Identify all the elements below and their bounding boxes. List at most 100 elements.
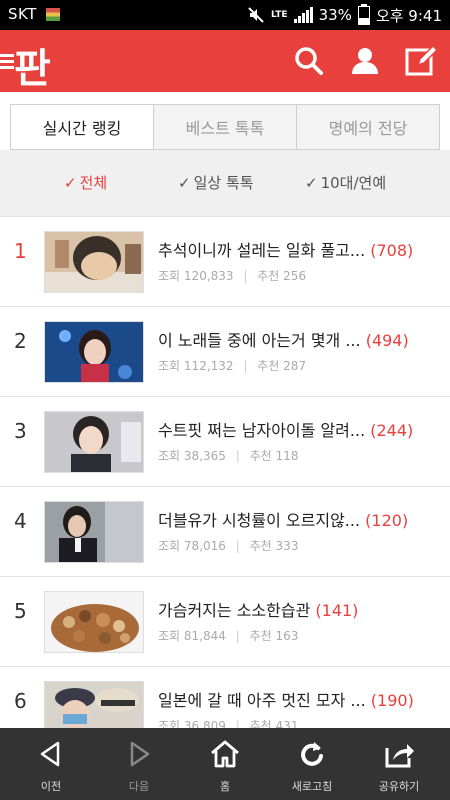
post-title: 수트핏 쩌는 남자아이돌 알려... (244) (158, 417, 413, 441)
filter-label: 일상 톡톡 (193, 174, 254, 192)
views-label: 조회 (158, 359, 181, 373)
status-bar: SKT LTE 33% 오후 9:41 (0, 0, 450, 30)
views-label: 조회 (158, 719, 181, 728)
post-title: 가슴커지는 소소한습관 (141) (158, 597, 358, 621)
rank-number: 4 (14, 509, 27, 533)
post-title-text: 수트핏 쩌는 남자아이돌 알려... (158, 421, 366, 440)
home-icon (211, 740, 239, 768)
home-button[interactable]: 홈 (180, 728, 270, 800)
views-label: 조회 (158, 269, 181, 283)
post-title: 이 노래들 중에 아는거 몇개 ... (494) (158, 327, 409, 351)
recommend-label: 추천 (257, 359, 280, 373)
edit-icon (405, 44, 439, 76)
back-arrow-icon (40, 741, 60, 767)
app-logo[interactable]: 판 (14, 36, 51, 94)
refresh-button[interactable]: 새로고침 (267, 728, 357, 800)
recommend-value: 333 (275, 539, 299, 553)
divider: | (235, 719, 240, 728)
list-item[interactable]: 6 일본에 갈 때 아주 멋진 모자 ... (190) 조회 36,809 |… (0, 666, 450, 728)
post-title: 일본에 갈 때 아주 멋진 모자 ... (190) (158, 687, 414, 711)
category-tabs: 실시간 랭킹 베스트 톡톡 명예의 전당 (10, 104, 440, 150)
recommend-value: 287 (283, 359, 307, 373)
carrier-label: SKT (8, 5, 37, 23)
divider: | (235, 539, 240, 553)
forward-button[interactable]: 다음 (94, 728, 184, 800)
tab-realtime-ranking[interactable]: 실시간 랭킹 (11, 105, 153, 149)
write-button[interactable] (404, 44, 439, 78)
back-button[interactable]: 이전 (6, 728, 96, 800)
mute-icon (248, 7, 264, 23)
sim-flag-icon (46, 8, 60, 21)
filter-teens-entertainment[interactable]: ✓ 10대/연예 (305, 172, 386, 193)
forward-arrow-icon (130, 741, 150, 767)
rank-number: 6 (14, 689, 27, 713)
divider: | (235, 629, 240, 643)
rank-number: 1 (14, 239, 27, 263)
network-label: LTE (271, 9, 288, 20)
menu-icon[interactable] (0, 52, 14, 70)
list-item[interactable]: 5 가슴커지는 소소한습관 (141) 조회 81,844 | 추천 163 (0, 576, 450, 666)
comment-count: (708) (370, 241, 414, 260)
post-title: 더블유가 시청률이 오르지않... (120) (158, 507, 408, 531)
recommend-value: 256 (283, 269, 307, 283)
recommend-label: 추천 (249, 449, 272, 463)
profile-button[interactable] (348, 44, 382, 78)
list-item[interactable]: 2 이 노래들 중에 아는거 몇개 ... (494) 조회 112,132 |… (0, 306, 450, 396)
thumbnail (44, 681, 144, 728)
list-item[interactable]: 4 더블유가 시청률이 오르지않... (120) 조회 78,016 | 추천… (0, 486, 450, 576)
post-meta: 조회 36,809 | 추천 431 (158, 717, 298, 728)
post-meta: 조회 81,844 | 추천 163 (158, 627, 298, 644)
user-icon (352, 48, 378, 74)
recommend-value: 163 (275, 629, 299, 643)
post-meta: 조회 38,365 | 추천 118 (158, 447, 298, 464)
share-button[interactable]: 공유하기 (354, 728, 444, 800)
post-title-text: 이 노래들 중에 아는거 몇개 ... (158, 331, 361, 350)
app-header: 판 (0, 30, 450, 92)
filter-daily-talk[interactable]: ✓ 일상 톡톡 (178, 172, 254, 193)
share-icon (385, 744, 414, 768)
post-title-text: 일본에 갈 때 아주 멋진 모자 ... (158, 691, 366, 710)
post-meta: 조회 112,132 | 추천 287 (158, 357, 306, 374)
battery-percent: 33% (318, 6, 352, 24)
filter-bar: ✓ 전체 ✓ 일상 톡톡 ✓ 10대/연예 (0, 150, 450, 216)
filter-label: 전체 (79, 174, 108, 192)
views-value: 81,844 (183, 629, 226, 643)
list-item[interactable]: 3 수트핏 쩌는 남자아이돌 알려... (244) 조회 38,365 | 추… (0, 396, 450, 486)
views-value: 38,365 (183, 449, 226, 463)
thumbnail (44, 231, 144, 293)
comment-count: (141) (315, 601, 359, 620)
post-title-text: 추석이니까 설레는 일화 풀고... (158, 241, 366, 260)
recommend-value: 431 (275, 719, 299, 728)
views-value: 36,809 (183, 719, 226, 728)
views-label: 조회 (158, 539, 181, 553)
battery-icon (357, 3, 370, 25)
views-value: 120,833 (183, 269, 234, 283)
bottom-navigation: 이전 다음 홈 새로고침 공유하기 (0, 728, 450, 800)
refresh-icon (301, 742, 323, 766)
post-meta: 조회 120,833 | 추천 256 (158, 267, 306, 284)
forward-label: 다음 (128, 780, 150, 793)
rank-number: 3 (14, 419, 27, 443)
tab-best-talk[interactable]: 베스트 톡톡 (153, 105, 296, 149)
check-icon: ✓ (178, 174, 191, 192)
filter-all[interactable]: ✓ 전체 (64, 172, 107, 193)
views-value: 112,132 (183, 359, 234, 373)
signal-icon (293, 7, 313, 23)
clock: 오후 9:41 (375, 6, 442, 25)
tab-hall-of-fame[interactable]: 명예의 전당 (296, 105, 439, 149)
views-label: 조회 (158, 629, 181, 643)
recommend-value: 118 (275, 449, 299, 463)
comment-count: (244) (370, 421, 414, 440)
check-icon: ✓ (305, 174, 318, 192)
list-item[interactable]: 1 추석이니까 설레는 일화 풀고... (708) 조회 120,833 | … (0, 216, 450, 306)
divider: | (235, 449, 240, 463)
search-icon (295, 47, 323, 75)
share-label: 공유하기 (378, 780, 420, 793)
comment-count: (120) (365, 511, 409, 530)
post-meta: 조회 78,016 | 추천 333 (158, 537, 298, 554)
comment-count: (494) (365, 331, 409, 350)
post-title-text: 더블유가 시청률이 오르지않... (158, 511, 361, 530)
rank-number: 5 (14, 599, 27, 623)
check-icon: ✓ (64, 174, 77, 192)
search-button[interactable] (292, 44, 326, 78)
